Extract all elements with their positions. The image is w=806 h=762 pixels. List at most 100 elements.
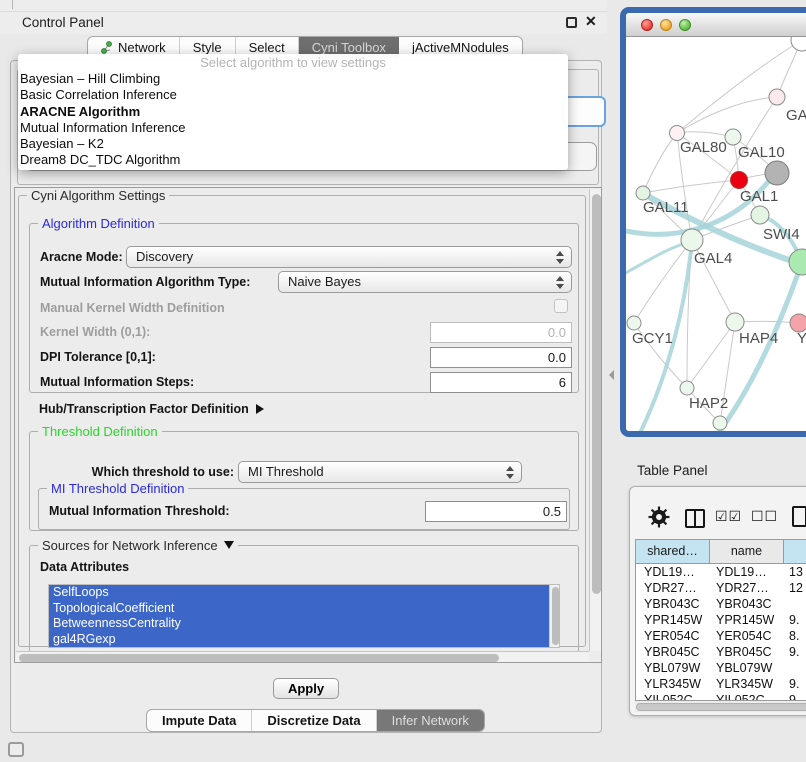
network-node[interactable] xyxy=(726,313,744,331)
which-threshold-select[interactable]: MI Threshold xyxy=(238,461,522,483)
mi-threshold-label: Mutual Information Threshold: xyxy=(49,504,230,518)
network-node[interactable] xyxy=(681,229,703,251)
network-node[interactable] xyxy=(713,416,727,430)
network-view-window[interactable]: GALGAL80GAL10GAL1GAL11SWI4GAL4GCY1HAP4YH… xyxy=(620,7,806,437)
bottom-tabs: Impute DataDiscretize DataInfer Network xyxy=(146,709,485,732)
algorithm-option[interactable]: ARACNE Algorithm xyxy=(18,104,568,120)
data-attribute-item[interactable]: TopologicalCoefficient xyxy=(49,601,559,617)
network-edge[interactable] xyxy=(735,321,799,323)
apply-button[interactable]: Apply xyxy=(273,678,339,699)
collapsed-arrow-icon xyxy=(256,404,264,414)
network-canvas[interactable]: GALGAL80GAL10GAL1GAL11SWI4GAL4GCY1HAP4YH… xyxy=(626,37,806,431)
table-row[interactable]: YER054CYER054C8. xyxy=(636,628,806,644)
bottom-tab-infer-network[interactable]: Infer Network xyxy=(377,710,484,731)
table-row[interactable]: YDR27…YDR27…12 xyxy=(636,580,806,596)
network-node[interactable] xyxy=(680,381,694,395)
column-header-name[interactable]: name xyxy=(710,540,784,563)
document-icon[interactable] xyxy=(792,506,806,527)
table-toolbar: ☑☑ ☐☐ xyxy=(630,505,806,535)
network-node[interactable] xyxy=(789,249,806,275)
algorithm-option[interactable]: Mutual Information Inference xyxy=(18,120,568,136)
network-edge[interactable] xyxy=(677,97,777,133)
node-label: GAL80 xyxy=(680,139,727,156)
table-cell xyxy=(784,596,806,612)
node-label: HAP2 xyxy=(689,395,728,412)
vertical-scrollbar[interactable] xyxy=(589,189,602,651)
algorithm-option[interactable]: Bayesian – K2 xyxy=(18,136,568,152)
node-label: HAP4 xyxy=(739,330,778,347)
hub-definition-toggle[interactable]: Hub/Transcription Factor Definition xyxy=(39,402,264,416)
network-edge[interactable] xyxy=(643,133,677,193)
kernel-width-input[interactable]: 0.0 xyxy=(430,322,572,343)
table-body: YDL19…YDL19…13YDR27…YDR27…12YBR043CYBR04… xyxy=(636,564,806,701)
horizontal-scrollbar[interactable] xyxy=(16,651,589,663)
dpi-tolerance-input[interactable]: 0.0 xyxy=(430,347,572,368)
minimize-traffic-light-icon[interactable] xyxy=(660,19,672,31)
table-cell: YBR045C xyxy=(636,644,710,660)
data-attribute-item[interactable]: SelfLoops xyxy=(49,585,559,601)
table-row[interactable]: YLR345WYLR345W9. xyxy=(636,676,806,692)
minimized-panel-icon[interactable] xyxy=(8,742,24,757)
network-node[interactable] xyxy=(725,129,741,145)
node-label: GAL4 xyxy=(694,250,732,267)
tab-label: Cyni Toolbox xyxy=(312,40,386,55)
data-attribute-item[interactable]: gal4RGexp xyxy=(49,632,559,648)
table-cell: YBR043C xyxy=(710,596,784,612)
network-node[interactable] xyxy=(791,37,806,51)
algorithm-option[interactable]: Dream8 DC_TDC Algorithm xyxy=(18,152,568,168)
algorithm-option[interactable]: Bayesian – Hill Climbing xyxy=(18,71,568,87)
table-row[interactable]: YDL19…YDL19…13 xyxy=(636,564,806,580)
network-node[interactable] xyxy=(636,186,650,200)
data-attributes-list[interactable]: SelfLoopsTopologicalCoefficientBetweenne… xyxy=(48,584,560,648)
manual-kernel-checkbox[interactable] xyxy=(554,299,568,313)
bottom-tab-impute-data[interactable]: Impute Data xyxy=(147,710,252,731)
network-node[interactable] xyxy=(731,172,748,189)
unchecked-checkboxes-icon[interactable]: ☐☐ xyxy=(751,508,778,525)
algorithm-list: Bayesian – Hill ClimbingBasic Correlatio… xyxy=(18,71,568,169)
node-label: GAL11 xyxy=(643,199,689,216)
mi-algorithm-type-select[interactable]: Naive Bayes xyxy=(278,271,572,293)
network-edge[interactable] xyxy=(687,322,735,388)
network-node[interactable] xyxy=(765,161,789,185)
mi-steps-input[interactable]: 6 xyxy=(430,372,572,393)
tab-label: Select xyxy=(249,40,285,55)
mi-threshold-input[interactable]: 0.5 xyxy=(425,501,567,522)
network-node[interactable] xyxy=(627,316,641,330)
node-table: shared… name YDL19…YDL19…13YDR27…YDR27…1… xyxy=(635,539,806,701)
table-cell xyxy=(784,660,806,676)
network-node[interactable] xyxy=(769,89,785,105)
algorithm-option[interactable]: Basic Correlation Inference xyxy=(18,87,568,103)
table-row[interactable]: YBR043CYBR043C xyxy=(636,596,806,612)
bottom-tab-discretize-data[interactable]: Discretize Data xyxy=(252,710,376,731)
close-traffic-light-icon[interactable] xyxy=(641,19,653,31)
data-attribute-item[interactable]: BetweennessCentrality xyxy=(49,616,559,632)
table-row[interactable]: YBR045CYBR045C9. xyxy=(636,644,806,660)
table-cell: YER054C xyxy=(710,628,784,644)
table-horizontal-scrollbar[interactable] xyxy=(635,701,806,712)
mi-steps-label: Mutual Information Steps: xyxy=(40,375,194,389)
table-row[interactable]: YBL079WYBL079W xyxy=(636,660,806,676)
table-row[interactable]: YPR145WYPR145W9. xyxy=(636,612,806,628)
list-scrollbar[interactable] xyxy=(549,585,559,647)
column-header-partial[interactable] xyxy=(784,540,806,563)
float-icon[interactable] xyxy=(566,17,577,28)
focused-combo-fragment[interactable] xyxy=(562,96,606,127)
attr-items: SelfLoopsTopologicalCoefficientBetweenne… xyxy=(49,585,559,648)
network-window-titlebar[interactable] xyxy=(626,13,806,37)
table-cell: YDR27… xyxy=(636,580,710,596)
mi-algorithm-type-value: Naive Bayes xyxy=(288,274,361,289)
network-node[interactable] xyxy=(751,206,769,224)
table-row[interactable]: YIL052CYIL052C9 xyxy=(636,692,806,701)
zoom-traffic-light-icon[interactable] xyxy=(679,19,691,31)
split-view-icon[interactable] xyxy=(685,509,705,528)
gear-icon[interactable] xyxy=(648,506,670,528)
table-cell: YBR045C xyxy=(710,644,784,660)
sources-title[interactable]: Sources for Network Inference xyxy=(38,538,238,553)
network-edge[interactable] xyxy=(677,40,802,133)
close-icon[interactable]: ✕ xyxy=(585,13,597,30)
checked-checkboxes-icon[interactable]: ☑☑ xyxy=(715,508,742,525)
aracne-mode-select[interactable]: Discovery xyxy=(126,246,572,268)
table-cell: 12 xyxy=(784,580,806,596)
panel-divider-handle[interactable] xyxy=(609,370,614,380)
column-header-shared-name[interactable]: shared… xyxy=(636,540,710,563)
